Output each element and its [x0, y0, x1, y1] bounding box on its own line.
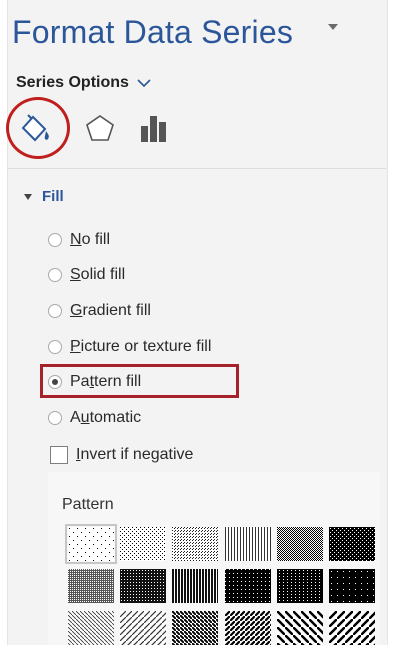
pattern-swatch[interactable]	[329, 611, 375, 645]
pattern-swatch[interactable]	[120, 527, 166, 561]
radio-label-gradient-fill: Gradient fill	[70, 302, 151, 319]
pane-title: Format Data Series	[12, 14, 294, 50]
pattern-swatch[interactable]	[172, 569, 218, 603]
radio-label-picture-texture-fill: Picture or texture fill	[70, 338, 212, 355]
series-options-dropdown[interactable]: Series Options	[16, 74, 151, 92]
radio-no-fill[interactable]: No fill	[48, 228, 110, 252]
bar-chart-icon	[141, 116, 166, 142]
chevron-down-icon	[137, 79, 151, 88]
radio-button[interactable]	[48, 340, 62, 354]
invert-if-negative-checkbox[interactable]: Invert if negative	[50, 443, 193, 467]
radio-label-automatic: Automatic	[70, 409, 142, 426]
pattern-label: Pattern	[62, 496, 114, 513]
pattern-swatch[interactable]	[172, 611, 218, 645]
pattern-swatch[interactable]	[225, 611, 271, 645]
radio-picture-texture-fill[interactable]: Picture or texture fill	[48, 335, 211, 359]
radio-button[interactable]	[48, 268, 62, 282]
radio-gradient-fill[interactable]: Gradient fill	[48, 299, 151, 323]
pattern-swatch[interactable]	[172, 527, 218, 561]
checkbox[interactable]	[50, 446, 68, 464]
pentagon-icon	[86, 115, 114, 141]
collapse-triangle-icon	[24, 193, 32, 200]
radio-label-no-fill: No fill	[70, 231, 111, 248]
pattern-swatch-selected[interactable]	[65, 524, 117, 564]
radio-button[interactable]	[48, 233, 62, 247]
pattern-swatch[interactable]	[329, 569, 375, 603]
radio-automatic[interactable]: Automatic	[48, 406, 141, 430]
pane-options-arrow-icon[interactable]	[328, 24, 338, 30]
radio-solid-fill[interactable]: Solid fill	[48, 263, 125, 287]
section-divider	[7, 168, 386, 169]
radio-label-solid-fill: Solid fill	[70, 266, 126, 283]
highlight-box	[40, 364, 239, 398]
pattern-swatch[interactable]	[277, 611, 323, 645]
pattern-swatch[interactable]	[277, 527, 323, 561]
tab-series-options[interactable]	[134, 108, 174, 148]
pattern-swatch[interactable]	[120, 569, 166, 603]
pattern-swatch[interactable]	[329, 527, 375, 561]
pattern-swatch[interactable]	[225, 527, 271, 561]
pattern-swatch[interactable]	[68, 611, 114, 645]
pattern-swatch[interactable]	[68, 569, 114, 603]
pattern-swatch[interactable]	[225, 569, 271, 603]
highlight-circle	[6, 97, 70, 159]
fill-section-toggle[interactable]: Fill	[24, 188, 64, 205]
pattern-swatch[interactable]	[120, 611, 166, 645]
radio-button[interactable]	[48, 304, 62, 318]
pattern-swatch[interactable]	[277, 569, 323, 603]
checkbox-label-invert: Invert if negative	[76, 446, 194, 463]
series-options-label: Series Options	[16, 74, 129, 91]
radio-button[interactable]	[48, 411, 62, 425]
tab-effects[interactable]	[80, 108, 120, 148]
fill-section-label: Fill	[42, 188, 64, 205]
